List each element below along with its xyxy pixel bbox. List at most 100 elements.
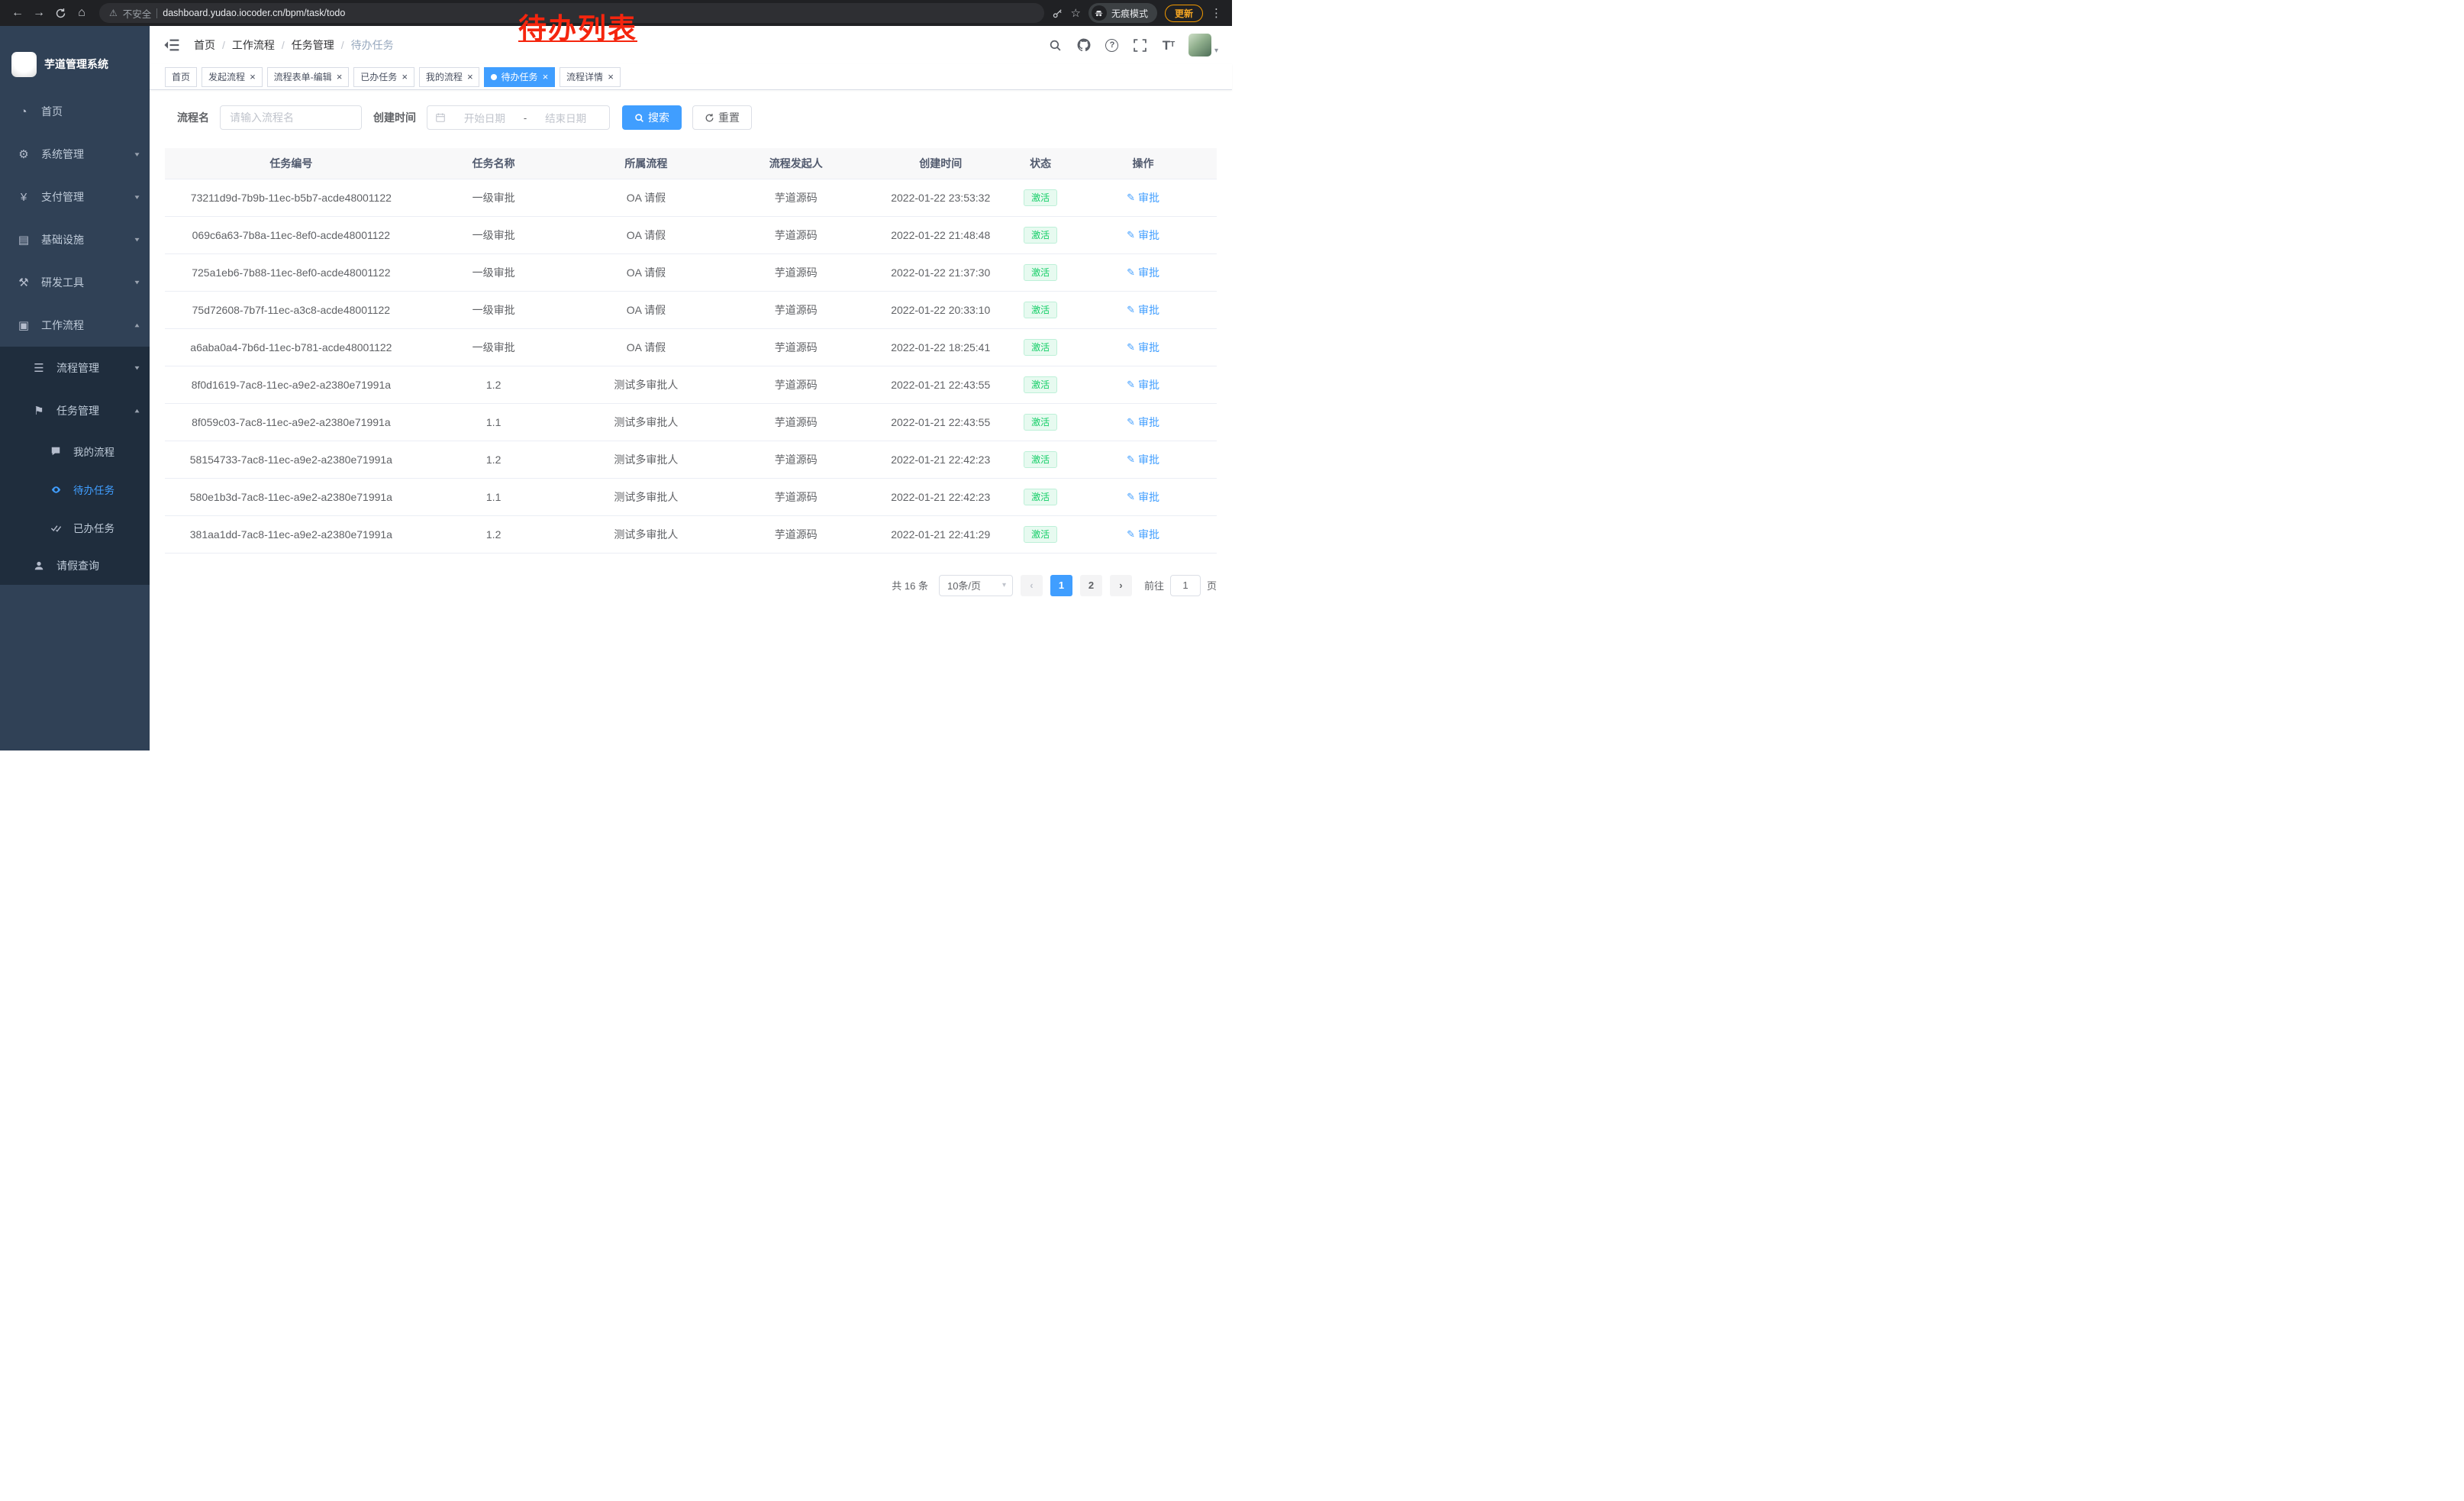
- tab[interactable]: 首页 ×: [165, 67, 197, 87]
- prev-page-button[interactable]: ‹: [1021, 575, 1043, 596]
- url-text: dashboard.yudao.iocoder.cn/bpm/task/todo: [163, 8, 345, 18]
- chrome-menu-icon[interactable]: ⋮: [1211, 6, 1221, 20]
- incognito-badge[interactable]: 无痕模式: [1088, 3, 1157, 23]
- cell-initiator: 芋道源码: [722, 328, 869, 366]
- home-icon[interactable]: ⌂: [72, 3, 92, 23]
- breadcrumb-separator: /: [222, 39, 225, 51]
- range-separator: -: [524, 112, 527, 124]
- tab-close-icon[interactable]: ×: [337, 72, 343, 82]
- cell-initiator: 芋道源码: [722, 478, 869, 515]
- tab-close-icon[interactable]: ×: [402, 72, 408, 82]
- page-size-select[interactable]: 10条/页 ▾: [939, 575, 1013, 596]
- col-initiator: 流程发起人: [722, 148, 869, 179]
- incognito-label: 无痕模式: [1111, 7, 1148, 20]
- sidebar-item-system[interactable]: ⚙ 系统管理 ▾: [0, 133, 150, 176]
- person-icon: [31, 560, 47, 571]
- calendar-icon: [435, 112, 446, 123]
- sidebar-collapse-icon[interactable]: [163, 37, 180, 53]
- user-avatar[interactable]: ▾: [1188, 34, 1218, 56]
- sidebar-item-leave-query[interactable]: 请假查询: [0, 547, 150, 585]
- navbar-right: ? TT ▾: [1047, 34, 1218, 56]
- sidebar-item-done-task[interactable]: 已办任务: [0, 508, 150, 547]
- tab[interactable]: 我的流程 ×: [419, 67, 480, 87]
- tab[interactable]: 流程详情 ×: [560, 67, 621, 87]
- approve-link[interactable]: ✎ 审批: [1127, 452, 1159, 467]
- status-badge: 激活: [1024, 227, 1057, 244]
- cell-task-id: 8f0d1619-7ac8-11ec-a9e2-a2380e71991a: [165, 366, 418, 403]
- next-page-button[interactable]: ›: [1110, 575, 1132, 596]
- tab[interactable]: 流程表单-编辑 ×: [267, 67, 350, 87]
- reset-button[interactable]: 重置: [692, 105, 752, 130]
- sidebar-item-devtools[interactable]: ⚒ 研发工具 ▾: [0, 261, 150, 304]
- approve-link[interactable]: ✎ 审批: [1127, 527, 1159, 542]
- tab-close-icon[interactable]: ×: [608, 72, 614, 82]
- goto-page-input[interactable]: [1170, 575, 1201, 596]
- goto-label: 前往: [1144, 578, 1164, 592]
- breadcrumb-task-mgmt[interactable]: 任务管理: [292, 37, 334, 53]
- search-icon[interactable]: [1047, 37, 1064, 53]
- approve-link[interactable]: ✎ 审批: [1127, 377, 1159, 392]
- incognito-icon: [1092, 5, 1107, 21]
- forward-icon[interactable]: →: [29, 3, 49, 23]
- chevron-down-icon: ▾: [134, 364, 139, 372]
- tab[interactable]: 待办任务 ×: [484, 67, 555, 87]
- date-range-picker[interactable]: 开始日期 - 结束日期: [427, 105, 610, 130]
- edit-icon: ✎: [1127, 528, 1135, 541]
- approve-link[interactable]: ✎ 审批: [1127, 190, 1159, 205]
- page-button-2[interactable]: 2: [1080, 575, 1102, 596]
- table-row: 8f059c03-7ac8-11ec-a9e2-a2380e71991a 1.1…: [165, 403, 1217, 441]
- chevron-down-icon: ▾: [134, 236, 139, 244]
- tab-close-icon[interactable]: ×: [542, 72, 548, 82]
- infrastructure-icon: ▤: [15, 233, 32, 247]
- cell-initiator: 芋道源码: [722, 216, 869, 253]
- sidebar-item-task-mgmt[interactable]: ⚑ 任务管理 ▴: [0, 389, 150, 432]
- approve-link[interactable]: ✎ 审批: [1127, 302, 1159, 318]
- page-button-1[interactable]: 1: [1050, 575, 1072, 596]
- github-icon[interactable]: [1076, 37, 1092, 53]
- cell-created: 2022-01-22 23:53:32: [869, 179, 1011, 216]
- approve-link[interactable]: ✎ 审批: [1127, 340, 1159, 355]
- sidebar-item-process-mgmt[interactable]: ☰ 流程管理 ▾: [0, 347, 150, 389]
- approve-link[interactable]: ✎ 审批: [1127, 228, 1159, 243]
- cell-process: 测试多审批人: [570, 478, 723, 515]
- breadcrumb-current: 待办任务: [351, 37, 394, 53]
- tags-view: 首页 × 发起流程 × 流程表单-编辑 × 已办任务: [150, 64, 1232, 90]
- tab-close-icon[interactable]: ×: [250, 72, 256, 82]
- status-badge: 激活: [1024, 451, 1057, 468]
- back-icon[interactable]: ←: [8, 3, 27, 23]
- fullscreen-icon[interactable]: [1132, 37, 1149, 53]
- edit-icon: ✎: [1127, 416, 1135, 428]
- process-name-input[interactable]: [220, 105, 362, 130]
- sidebar-item-todo-task[interactable]: 待办任务: [0, 470, 150, 508]
- status-badge: 激活: [1024, 526, 1057, 543]
- approve-link[interactable]: ✎ 审批: [1127, 265, 1159, 280]
- sidebar-item-payment[interactable]: ¥ 支付管理 ▾: [0, 176, 150, 218]
- approve-link[interactable]: ✎ 审批: [1127, 415, 1159, 430]
- goto-page: 前往 页: [1144, 575, 1217, 596]
- sidebar-item-workflow[interactable]: ▣ 工作流程 ▴: [0, 304, 150, 347]
- reload-icon[interactable]: [50, 3, 70, 23]
- list-icon: ☰: [31, 361, 47, 375]
- approve-link[interactable]: ✎ 审批: [1127, 489, 1159, 505]
- bookmark-star-icon[interactable]: ☆: [1071, 6, 1081, 20]
- sidebar-item-home[interactable]: ◔ 首页: [0, 90, 150, 133]
- tab[interactable]: 已办任务 ×: [353, 67, 414, 87]
- table-row: 58154733-7ac8-11ec-a9e2-a2380e71991a 1.2…: [165, 441, 1217, 478]
- update-button[interactable]: 更新: [1165, 5, 1203, 22]
- navbar: 首页 / 工作流程 / 任务管理 / 待办任务: [150, 26, 1232, 64]
- sidebar-item-my-process[interactable]: 我的流程: [0, 432, 150, 470]
- col-process: 所属流程: [570, 148, 723, 179]
- breadcrumb-home[interactable]: 首页: [194, 37, 215, 53]
- edit-icon: ✎: [1127, 304, 1135, 316]
- cell-task-id: 381aa1dd-7ac8-11ec-a9e2-a2380e71991a: [165, 515, 418, 553]
- search-button[interactable]: 搜索: [622, 105, 682, 130]
- tab-close-icon[interactable]: ×: [467, 72, 473, 82]
- help-icon[interactable]: ?: [1104, 37, 1121, 53]
- sidebar-item-infrastructure[interactable]: ▤ 基础设施 ▾: [0, 218, 150, 261]
- breadcrumb-workflow[interactable]: 工作流程: [232, 37, 275, 53]
- cell-task-id: 73211d9d-7b9b-11ec-b5b7-acde48001122: [165, 179, 418, 216]
- password-key-icon[interactable]: [1052, 8, 1063, 19]
- tab[interactable]: 发起流程 ×: [202, 67, 263, 87]
- font-size-icon[interactable]: TT: [1160, 37, 1177, 53]
- not-secure-label: 不安全: [123, 6, 152, 21]
